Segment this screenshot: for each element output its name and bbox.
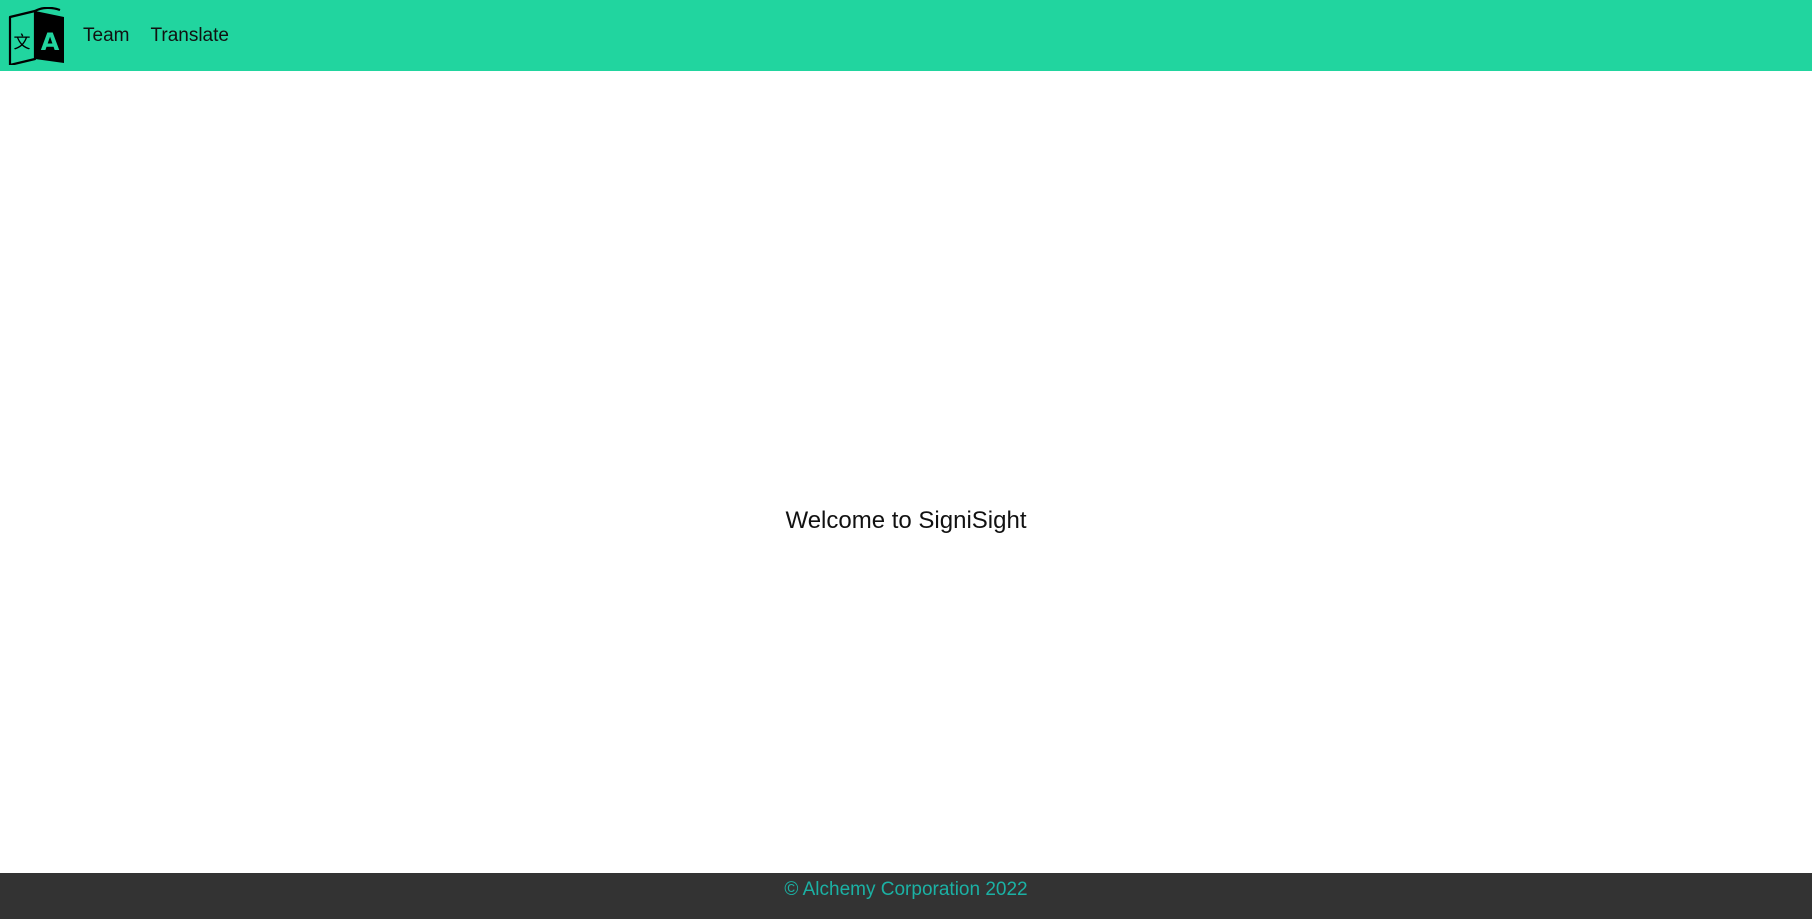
footer: © Alchemy Corporation 2022 — [0, 873, 1812, 919]
copyright-text: © Alchemy Corporation 2022 — [784, 879, 1028, 900]
svg-text:文: 文 — [14, 33, 31, 53]
navbar: 文 A Team Translate — [0, 0, 1812, 71]
nav-link-translate[interactable]: Translate — [150, 25, 229, 47]
svg-text:A: A — [41, 28, 60, 56]
nav-links: Team Translate — [83, 25, 250, 47]
translate-logo-icon[interactable]: 文 A — [5, 6, 69, 66]
welcome-message: Welcome to SigniSight — [785, 507, 1027, 534]
nav-link-team[interactable]: Team — [83, 25, 129, 47]
main-content: Welcome to SigniSight — [0, 71, 1812, 873]
